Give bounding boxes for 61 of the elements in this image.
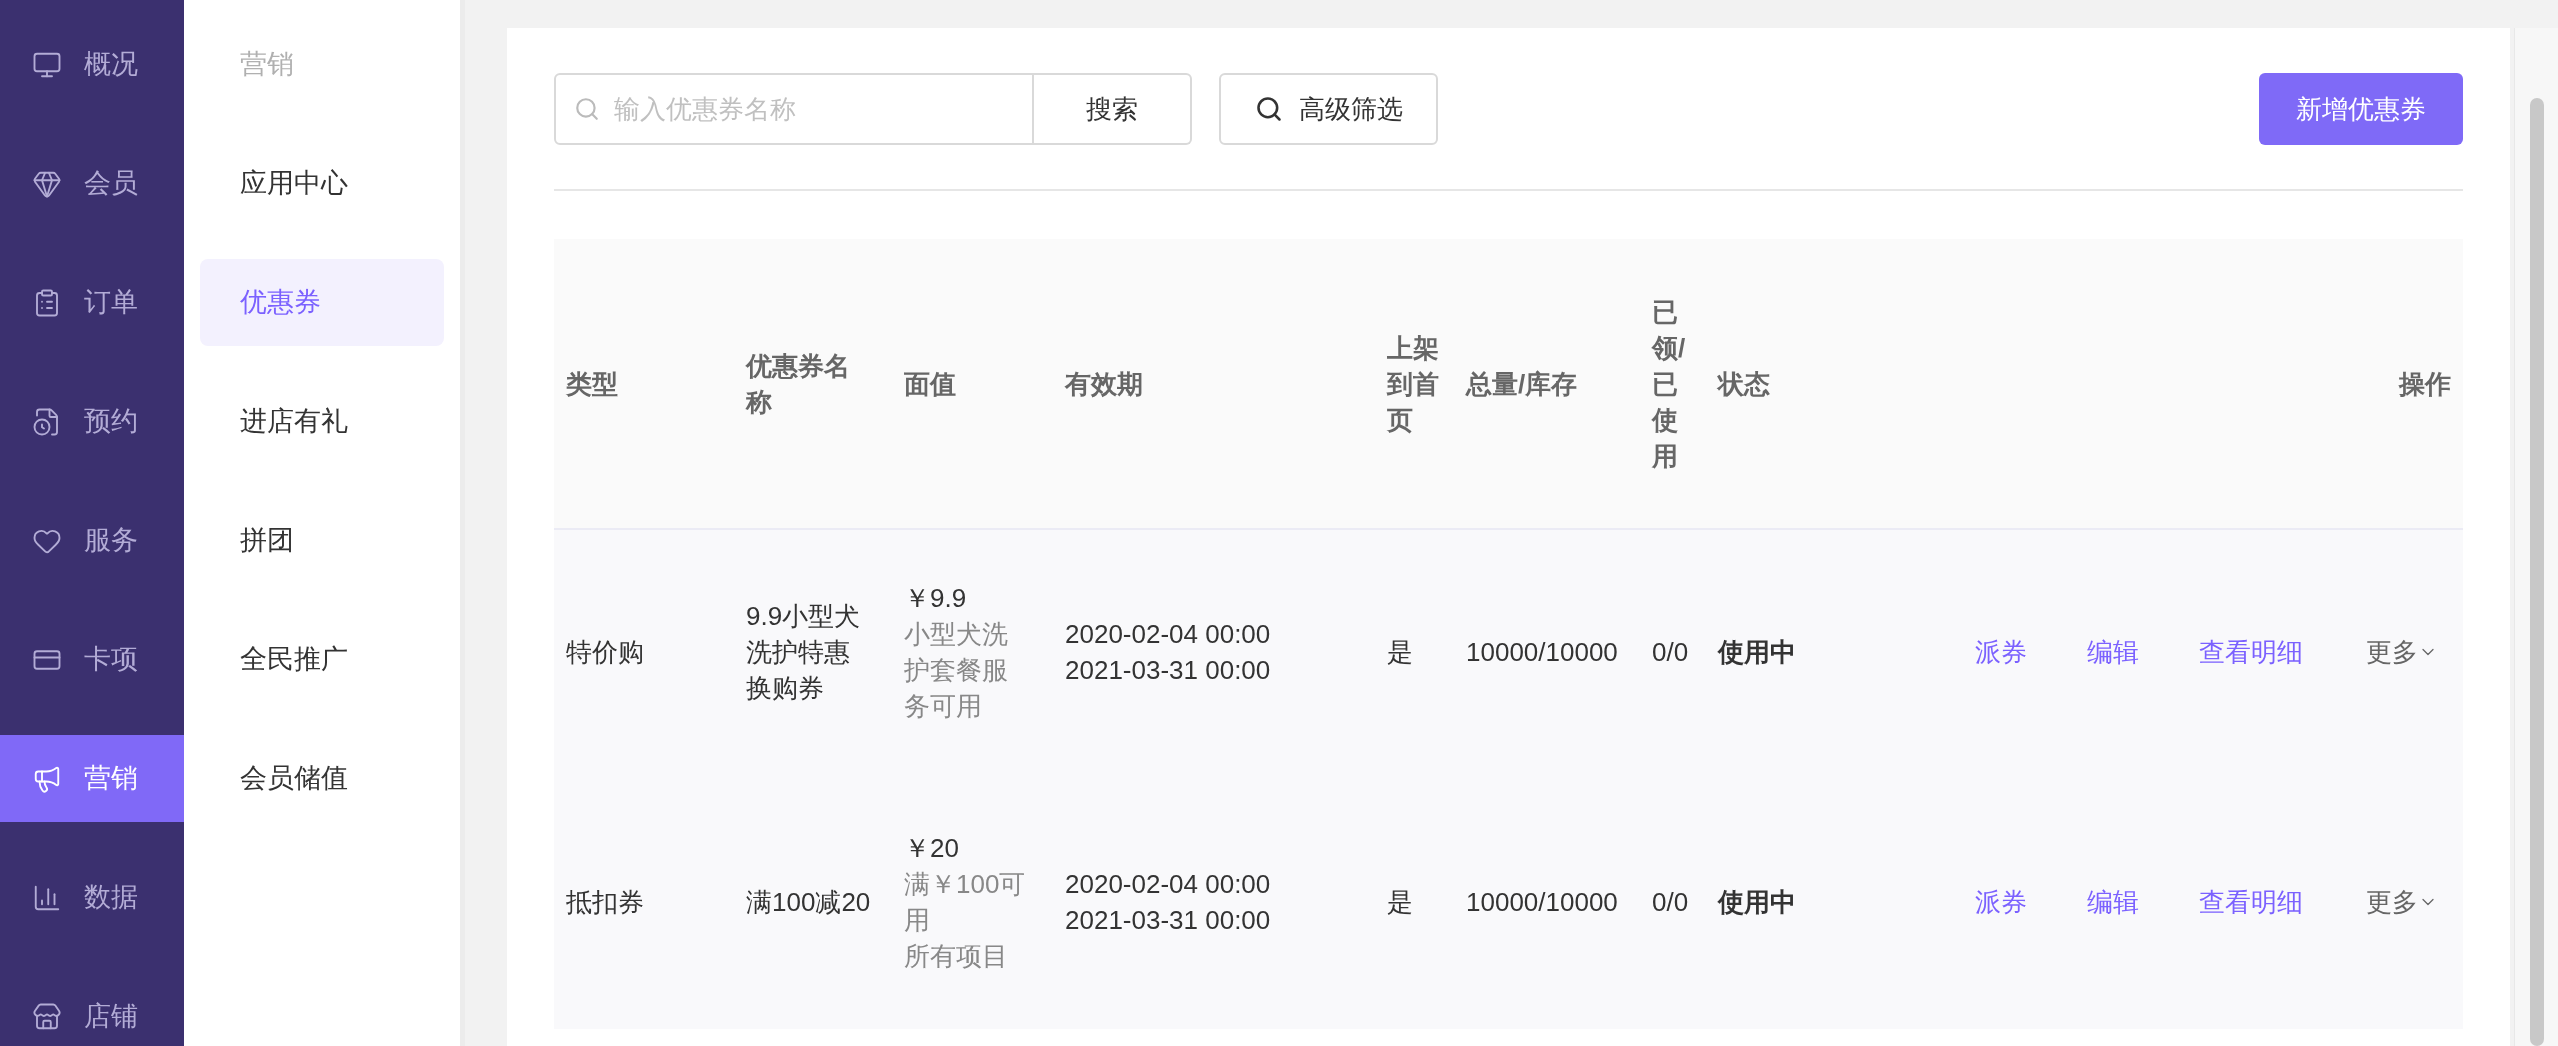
more-dropdown[interactable]: 更多 — [2366, 883, 2438, 920]
search-icon — [1254, 95, 1283, 123]
action-link[interactable]: 派券 — [1975, 634, 2027, 670]
action-link[interactable]: 查看明细 — [2199, 883, 2303, 920]
nav-item[interactable]: 营销 — [0, 735, 184, 822]
search-field[interactable]: 输入优惠券名称 — [554, 73, 1034, 145]
column-header: 状态 — [1718, 368, 1770, 399]
face-value-note: 小型犬洗护套餐服务可用 — [904, 618, 1009, 723]
store-icon — [32, 1001, 62, 1032]
column-header: 有效期 — [1065, 368, 1143, 399]
validity-date: 2020-02-04 00:00 — [1065, 618, 1272, 651]
nav-item[interactable]: 店铺 — [0, 973, 184, 1046]
nav-item[interactable]: 概况 — [0, 21, 184, 108]
filter-button[interactable]: 高级筛选 — [1219, 73, 1438, 145]
table-cell: 特价购 — [566, 637, 644, 667]
table-cell: 抵扣券 — [566, 886, 644, 917]
column-header: 总量/库存 — [1466, 368, 1578, 399]
submenu-item[interactable]: 拼团 — [200, 497, 444, 584]
submenu-item[interactable]: 全民推广 — [200, 616, 444, 703]
table-cell: 0/0 — [1652, 637, 1689, 667]
nav-item[interactable]: 订单 — [0, 259, 184, 346]
table-cell: 满100减20 — [746, 886, 871, 917]
search-button[interactable]: 搜索 — [1034, 73, 1192, 145]
more-dropdown[interactable]: 更多 — [2366, 634, 2438, 670]
face-value: ￥20 — [904, 831, 960, 865]
submenu-title: 营销 — [240, 48, 294, 82]
table-cell: 是 — [1387, 886, 1413, 917]
action-link[interactable]: 编辑 — [2087, 883, 2139, 920]
status-text: 使用中 — [1718, 637, 1796, 667]
action-link[interactable]: 查看明细 — [2199, 634, 2303, 670]
table-cell: 0/0 — [1652, 886, 1689, 917]
nav-item[interactable]: 会员 — [0, 140, 184, 227]
submenu-item[interactable]: 应用中心 — [200, 140, 444, 227]
face-value-note: 满￥100可用 — [904, 867, 1027, 937]
table-cell: 10000/10000 — [1466, 886, 1618, 917]
column-header: 已领/已使用 — [1652, 296, 1686, 471]
search-icon — [574, 96, 600, 122]
status-text: 使用中 — [1718, 886, 1796, 917]
table-cell: 10000/10000 — [1466, 637, 1618, 667]
face-value-note: 所有项目 — [904, 939, 1009, 973]
submenu-item[interactable]: 进店有礼 — [200, 378, 444, 465]
nav-item[interactable]: 服务 — [0, 497, 184, 584]
table-cell: 是 — [1387, 637, 1413, 667]
nav-item[interactable]: 卡项 — [0, 616, 184, 703]
face-value: ￥9.9 — [904, 582, 968, 615]
nav-item[interactable]: 预约 — [0, 378, 184, 465]
nav-item[interactable]: 数据 — [0, 854, 184, 941]
submenu-item[interactable]: 会员储值 — [200, 735, 444, 822]
column-header: 上架到首页 — [1387, 332, 1439, 435]
table-cell: 9.9小型犬洗护特惠换购券 — [746, 601, 861, 703]
column-header: 操作 — [2399, 368, 2451, 399]
column-header: 优惠券名称 — [746, 350, 850, 417]
add-coupon-button[interactable]: 新增优惠券 — [2259, 73, 2463, 145]
validity-date: 2020-02-04 00:00 — [1065, 867, 1272, 901]
validity-date: 2021-03-31 00:00 — [1065, 654, 1272, 687]
column-header: 面值 — [904, 368, 956, 399]
action-link[interactable]: 派券 — [1975, 883, 2027, 920]
action-link[interactable]: 编辑 — [2087, 634, 2139, 670]
validity-date: 2021-03-31 00:00 — [1065, 903, 1272, 937]
submenu-item[interactable]: 优惠券 — [200, 259, 444, 346]
column-header: 类型 — [566, 368, 618, 399]
